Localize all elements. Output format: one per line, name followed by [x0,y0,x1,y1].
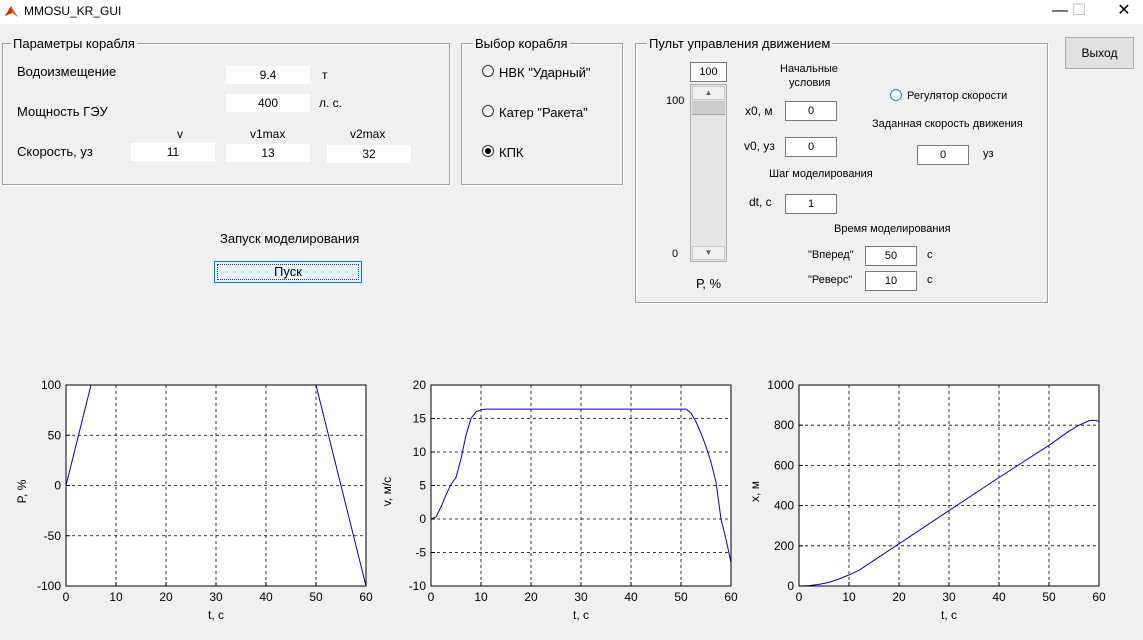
y-tick-label: -50 [44,529,62,543]
x-tick-label: 10 [109,590,123,604]
y-axis-label: P, % [15,479,29,503]
y-tick-label: 100 [41,378,61,392]
y-tick-label: -100 [37,579,61,593]
x-tick-label: 40 [259,590,273,604]
x-tick-label: 50 [309,590,323,604]
x-tick-label: 20 [159,590,173,604]
power-plot: 0 10 20 30 40 50 60 -100 -50 0 50 100 t, с P, % [15,378,373,622]
y-tick-label: 0 [54,479,61,493]
x-tick-label: 30 [209,590,223,604]
x-axis-label: t, с [208,608,224,622]
x-tick-label: 60 [359,590,373,604]
x-tick-label: 0 [63,590,70,604]
y-tick-label: 50 [48,428,62,442]
